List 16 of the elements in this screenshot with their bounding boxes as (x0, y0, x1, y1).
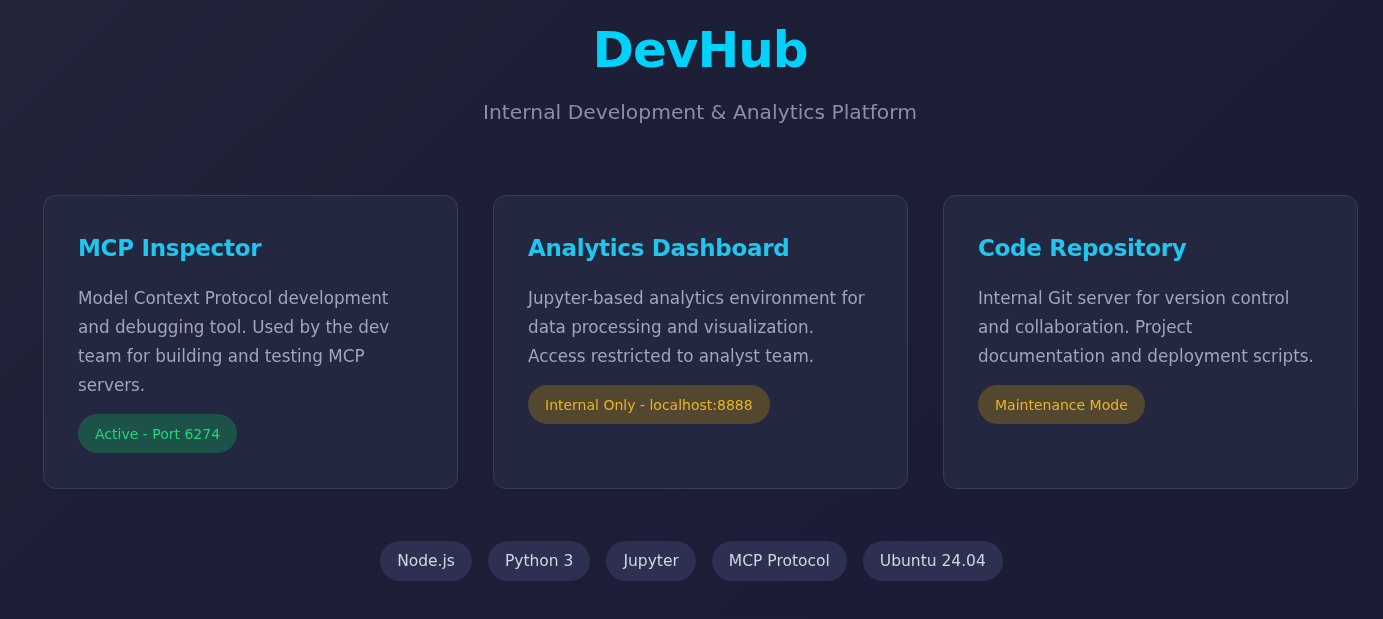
app-subtitle: Internal Development & Analytics Platform (483, 99, 917, 125)
card-title: Code Repository (978, 234, 1187, 263)
tech-tag: Jupyter (606, 541, 696, 581)
card-description: Model Context Protocol development and debugging tool. Used by the dev team for building and testing MCP servers. (78, 287, 391, 397)
app-title: DevHub (592, 20, 808, 81)
tech-tag: Python 3 (487, 541, 591, 581)
card-description: Jupyter-based analytics environment for data processing and visualization. Access restricted to analyst team. (528, 287, 866, 368)
card-title: Analytics Dashboard (528, 234, 790, 263)
tech-tag: Node.js (380, 541, 472, 581)
card-title: MCP Inspector (78, 234, 262, 263)
status-badge: Active - Port 6274 (78, 414, 238, 453)
card-description: Internal Git server for version control and collaboration. Project documentation and deployment scripts. (978, 287, 1315, 368)
tech-tag: MCP Protocol (711, 541, 847, 581)
tech-tag: Ubuntu 24.04 (862, 541, 1003, 581)
status-badge: Internal Only - localhost:8888 (528, 385, 770, 424)
status-badge: Maintenance Mode (978, 385, 1145, 424)
